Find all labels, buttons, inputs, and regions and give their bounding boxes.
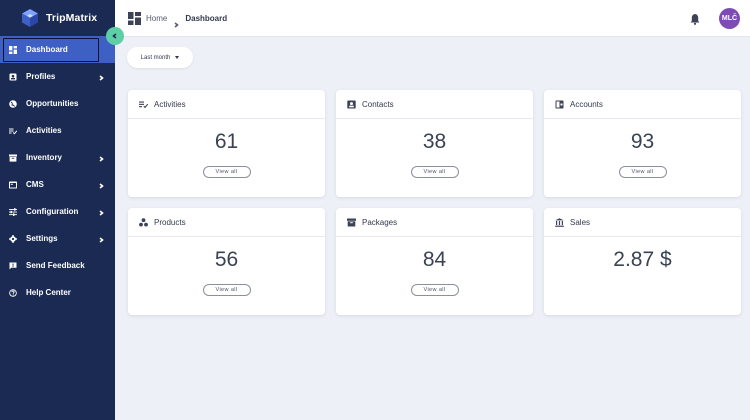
card-title: Products <box>154 217 186 227</box>
products-icon <box>139 217 148 227</box>
activity-list-icon <box>139 100 148 109</box>
sidebar-item-label: Dashboard <box>26 45 68 54</box>
view-all-contacts-button[interactable]: View all <box>410 166 459 178</box>
app-name: TripMatrix <box>46 12 98 24</box>
sidebar-nav: Dashboard Profiles Opportunities Activit… <box>0 36 115 306</box>
sidebar-item-configuration[interactable]: Configuration <box>0 198 115 225</box>
app-grid-icon[interactable] <box>128 11 141 25</box>
view-all-activities-button[interactable]: View all <box>202 166 251 178</box>
sidebar-item-activities[interactable]: Activities <box>0 117 115 144</box>
card-value: 56 <box>214 248 239 271</box>
card-value: 84 <box>422 248 447 271</box>
stat-card-contacts: Contacts 38 View all <box>336 90 533 197</box>
sidebar-item-profiles[interactable]: Profiles <box>0 63 115 90</box>
card-value: 61 <box>214 130 239 153</box>
card-value: 38 <box>422 130 447 153</box>
card-header: Contacts <box>336 90 533 119</box>
stat-card-activities: Activities 61 View all <box>128 90 325 197</box>
feedback-icon <box>9 262 17 270</box>
sidebar-item-label: Profiles <box>26 72 56 81</box>
top-header: Home Dashboard MLČ <box>115 0 750 37</box>
user-avatar[interactable]: MLČ <box>719 8 740 29</box>
sidebar-item-label: Configuration <box>26 207 79 216</box>
contacts-icon <box>347 100 356 109</box>
sidebar-item-settings[interactable]: Settings <box>0 225 115 252</box>
dashboard-icon <box>9 45 17 54</box>
breadcrumb-home-link[interactable]: Home <box>146 14 167 23</box>
breadcrumb-current: Dashboard <box>185 13 228 23</box>
view-all-packages-button[interactable]: View all <box>410 284 459 296</box>
chevron-right-icon <box>98 182 104 189</box>
sidebar-collapse-button[interactable] <box>106 27 124 45</box>
cms-icon <box>9 181 17 189</box>
chevron-right-icon <box>173 15 180 28</box>
card-title: Activities <box>154 99 186 109</box>
profile-icon <box>9 73 17 81</box>
sidebar: TripMatrix Dashboard Profiles Opportunit… <box>0 0 115 420</box>
globe-icon <box>9 99 17 108</box>
card-title: Accounts <box>570 99 603 109</box>
card-header: Accounts <box>544 90 741 119</box>
bell-icon[interactable] <box>689 12 701 25</box>
card-header: Products <box>128 208 325 237</box>
gear-icon <box>9 234 17 243</box>
sidebar-item-inventory[interactable]: Inventory <box>0 144 115 171</box>
card-value: 93 <box>630 130 655 153</box>
card-header: Packages <box>336 208 533 237</box>
sidebar-item-send-feedback[interactable]: Send Feedback <box>0 252 115 279</box>
chevron-right-icon <box>98 74 104 81</box>
bank-icon <box>555 217 564 227</box>
card-header: Activities <box>128 90 325 119</box>
sidebar-item-label: Activities <box>26 126 62 135</box>
sliders-icon <box>9 207 17 216</box>
logo-cube-icon <box>22 9 38 27</box>
card-value: 2.87 $ <box>613 248 672 271</box>
view-all-products-button[interactable]: View all <box>202 284 251 296</box>
sidebar-item-dashboard[interactable]: Dashboard <box>0 36 115 63</box>
help-icon <box>9 288 17 297</box>
sidebar-item-help-center[interactable]: Help Center <box>0 279 115 306</box>
chevron-right-icon <box>98 209 104 216</box>
accounts-icon <box>555 100 564 109</box>
card-title: Contacts <box>362 99 394 109</box>
sidebar-item-label: Inventory <box>26 153 63 162</box>
card-title: Packages <box>362 217 398 227</box>
chevron-left-icon <box>112 33 117 39</box>
sidebar-item-cms[interactable]: CMS <box>0 171 115 198</box>
app-logo[interactable]: TripMatrix <box>0 0 115 36</box>
stat-card-accounts: Accounts 93 View all <box>544 90 741 197</box>
sidebar-item-label: Help Center <box>26 288 71 297</box>
chevron-right-icon <box>98 236 104 243</box>
caret-down-icon <box>175 56 180 59</box>
sidebar-item-opportunities[interactable]: Opportunities <box>0 90 115 117</box>
card-title: Sales <box>570 217 591 227</box>
sidebar-item-label: Opportunities <box>26 99 79 108</box>
date-range-value: Last month <box>140 54 171 61</box>
view-all-accounts-button[interactable]: View all <box>618 166 667 178</box>
sidebar-item-label: CMS <box>26 180 44 189</box>
sidebar-item-label: Settings <box>26 234 58 243</box>
date-range-dropdown[interactable]: Last month <box>127 47 193 68</box>
sidebar-item-label: Send Feedback <box>26 261 85 270</box>
stat-card-packages: Packages 84 View all <box>336 208 533 315</box>
stat-card-products: Products 56 View all <box>128 208 325 315</box>
chevron-right-icon <box>98 155 104 162</box>
packages-icon <box>347 218 356 227</box>
card-header: Sales <box>544 208 741 237</box>
inventory-icon <box>9 154 17 162</box>
stat-card-sales: Sales 2.87 $ <box>544 208 741 315</box>
activity-list-icon <box>9 127 17 135</box>
